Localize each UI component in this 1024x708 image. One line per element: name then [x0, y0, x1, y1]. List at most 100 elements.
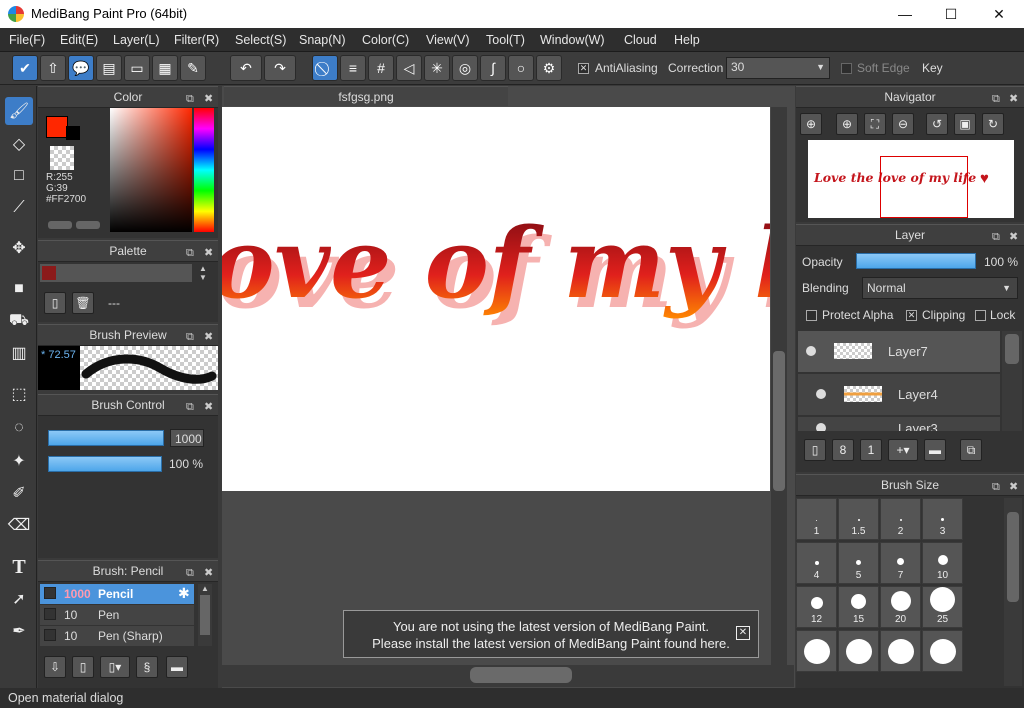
blending-select[interactable]: Normal ▼ [862, 277, 1018, 299]
visibility-icon[interactable] [806, 346, 816, 356]
radial-snap-icon[interactable]: ✳ [424, 55, 450, 81]
visibility-icon[interactable] [816, 423, 826, 431]
undock-icon[interactable]: ⧉ [186, 563, 194, 583]
curve-snap-icon[interactable]: ∫ [480, 55, 506, 81]
comment-icon[interactable]: 💬 [68, 55, 94, 81]
eraser-tool-icon[interactable]: ◇ [5, 130, 33, 158]
antialiasing-checkbox[interactable]: ✕ [578, 63, 589, 74]
page-icon[interactable]: ▭ [124, 55, 150, 81]
panel-close-icon[interactable]: ✖ [204, 243, 213, 263]
redo-icon[interactable]: ↷ [264, 55, 296, 81]
menu-snap[interactable]: Snap(N) [299, 33, 346, 47]
layer-scroll-thumb[interactable] [1005, 334, 1019, 364]
ellipse-snap-icon[interactable]: ○ [508, 55, 534, 81]
lock-checkbox[interactable] [975, 310, 986, 321]
edit-pages-icon[interactable]: ✎ [180, 55, 206, 81]
undock-icon[interactable]: ⧉ [186, 89, 194, 109]
parallel-snap-icon[interactable]: ≡ [340, 55, 366, 81]
snap-off-icon[interactable]: ⃠ [312, 55, 338, 81]
menu-help[interactable]: Help [674, 33, 700, 47]
document-tab[interactable]: fsfgsg.png [224, 86, 508, 106]
undock-icon[interactable]: ⧉ [186, 397, 194, 417]
brush-opacity-slider[interactable] [48, 456, 162, 472]
lasso-tool-icon[interactable]: ◌ [5, 414, 33, 442]
size-cell[interactable]: 5 [838, 542, 879, 584]
size-cell[interactable]: 1 [796, 498, 837, 540]
add-brush-dropdown-icon[interactable]: ▯▾ [100, 656, 130, 678]
layer-row[interactable]: Layer3 [798, 417, 1000, 431]
remove-color-button[interactable] [76, 221, 100, 229]
new-brush-icon[interactable]: ▯ [72, 656, 94, 678]
menu-file[interactable]: File(F) [9, 33, 45, 47]
size-cell[interactable]: 2 [880, 498, 921, 540]
panel-close-icon[interactable]: ✖ [1009, 477, 1018, 497]
eyedropper-tool-icon[interactable]: ✒ [5, 617, 33, 645]
panel-close-icon[interactable]: ✖ [204, 89, 213, 109]
magic-wand-tool-icon[interactable]: ✦ [5, 447, 33, 475]
add-layer-dropdown-icon[interactable]: +▾ [888, 439, 918, 461]
brush-list-scrollbar[interactable]: ▲ [198, 584, 212, 646]
line-tool-icon[interactable]: ⟋ [5, 194, 33, 222]
palette-swatch[interactable] [42, 266, 56, 280]
hue-slider[interactable] [194, 108, 214, 232]
size-cell[interactable]: 15 [838, 586, 879, 628]
saturation-value-picker[interactable] [110, 108, 192, 232]
soft-edge-checkbox[interactable] [841, 63, 852, 74]
layer-scrollbar[interactable] [1002, 331, 1022, 431]
menu-filter[interactable]: Filter(R) [174, 33, 219, 47]
settings-icon[interactable]: ⚙ [536, 55, 562, 81]
upload-icon[interactable]: ⇧ [40, 55, 66, 81]
zoom-in-alt-icon[interactable]: ⊕ [836, 113, 858, 135]
size-cell[interactable] [796, 630, 837, 672]
brush-settings-icon[interactable]: § [136, 656, 158, 678]
zoom-in-icon[interactable]: ⊕ [800, 113, 822, 135]
panel-close-icon[interactable]: ✖ [204, 563, 213, 583]
menu-color[interactable]: Color(C) [362, 33, 409, 47]
select-pen-tool-icon[interactable]: ✐ [5, 479, 33, 507]
undo-icon[interactable]: ↶ [230, 55, 262, 81]
folder-icon[interactable]: ▬ [166, 656, 188, 678]
speech-icon[interactable]: ▤ [96, 55, 122, 81]
panel-close-icon[interactable]: ✖ [1009, 89, 1018, 109]
vertical-scroll-thumb[interactable] [773, 351, 785, 491]
menu-select[interactable]: Select(S) [235, 33, 286, 47]
layer-row[interactable]: Layer4 [798, 374, 1000, 416]
new-palette-icon[interactable]: ▯ [44, 292, 66, 314]
select-tool-icon[interactable]: ⬚ [5, 380, 33, 408]
perspective-snap-icon[interactable]: ◁ [396, 55, 422, 81]
undock-icon[interactable]: ⧉ [992, 477, 1000, 497]
circle-snap-icon[interactable]: ◎ [452, 55, 478, 81]
clipping-checkbox[interactable]: ✕ [906, 310, 917, 321]
size-cell[interactable] [922, 630, 963, 672]
brush-item[interactable]: 10 Pen (Sharp) [40, 626, 194, 646]
layer-row-selected[interactable]: Layer7 [798, 331, 1000, 373]
horizontal-scroll-thumb[interactable] [470, 667, 572, 683]
undock-icon[interactable]: ⧉ [992, 89, 1000, 109]
reset-view-icon[interactable]: ▣ [954, 113, 976, 135]
size-cell[interactable]: 12 [796, 586, 837, 628]
rotate-right-icon[interactable]: ↻ [982, 113, 1004, 135]
size-cell[interactable] [880, 630, 921, 672]
layer-opacity-slider[interactable] [856, 253, 976, 269]
add-color-button[interactable] [48, 221, 72, 229]
grid-snap-icon[interactable]: # [368, 55, 394, 81]
minimize-button[interactable]: — [882, 0, 928, 28]
transparent-color-swatch[interactable] [50, 146, 74, 170]
cloud-download-icon[interactable]: ⇩ [44, 656, 66, 678]
menu-tool[interactable]: Tool(T) [486, 33, 525, 47]
size-cell[interactable]: 20 [880, 586, 921, 628]
menu-view[interactable]: View(V) [426, 33, 470, 47]
drawing-canvas[interactable]: love of my lif love of my lif [222, 107, 770, 491]
delete-palette-icon[interactable]: 🗑 [72, 292, 94, 314]
undock-icon[interactable]: ⧉ [186, 327, 194, 347]
foreground-color-swatch[interactable] [46, 116, 68, 138]
size-cell[interactable]: 3 [922, 498, 963, 540]
size-cell[interactable]: 25 [922, 586, 963, 628]
palette-swatch-row[interactable] [40, 264, 192, 282]
panel-close-icon[interactable]: ✖ [1009, 227, 1018, 247]
rotate-left-icon[interactable]: ↺ [926, 113, 948, 135]
brush-size-slider[interactable] [48, 430, 164, 446]
size-cell[interactable]: 7 [880, 542, 921, 584]
brush-item[interactable]: 10 Pen [40, 605, 194, 625]
cloud-icon[interactable]: ✔ [12, 55, 38, 81]
